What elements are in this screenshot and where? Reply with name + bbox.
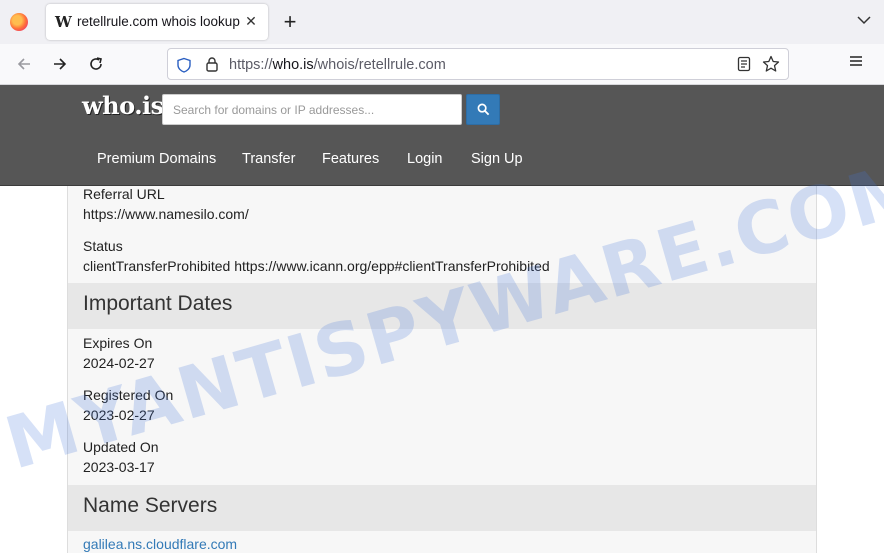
close-tab-icon[interactable]: ✕ xyxy=(242,12,260,30)
reload-icon xyxy=(90,57,102,70)
shield-icon[interactable] xyxy=(176,57,192,73)
bookmark-star-icon[interactable] xyxy=(762,55,780,73)
site-header: who.is Premium Domains Transfer Features… xyxy=(0,85,884,186)
domain-search-input[interactable] xyxy=(162,94,462,125)
browser-tab-bar: W retellrule.com whois lookup ✕ + xyxy=(0,0,884,44)
referral-url-label: Referral URL xyxy=(83,186,165,202)
status-value: clientTransferProhibited https://www.ica… xyxy=(83,258,550,274)
lock-icon[interactable] xyxy=(204,56,220,72)
nav-premium-domains[interactable]: Premium Domains xyxy=(97,151,216,167)
search-icon xyxy=(477,103,489,116)
updated-value: 2023-03-17 xyxy=(83,459,155,475)
registered-value: 2023-02-27 xyxy=(83,407,155,423)
back-button[interactable] xyxy=(12,52,36,76)
url-text: https://who.is/whois/retellrule.com xyxy=(229,57,446,73)
updated-field: Updated On 2023-03-17 xyxy=(83,437,159,477)
registered-label: Registered On xyxy=(83,387,174,403)
url-host: who.is xyxy=(272,57,314,73)
referral-url-field: Referral URL https://www.namesilo.com/ xyxy=(83,186,249,224)
expires-label: Expires On xyxy=(83,335,153,351)
reader-view-icon[interactable] xyxy=(736,56,752,72)
whois-content: Referral URL https://www.namesilo.com/ S… xyxy=(67,186,817,553)
whois-favicon-icon: W xyxy=(55,13,72,31)
url-path: /whois/retellrule.com xyxy=(313,57,446,73)
firefox-icon[interactable] xyxy=(10,13,28,31)
nav-login[interactable]: Login xyxy=(407,151,442,167)
arrow-right-icon xyxy=(54,58,67,70)
whois-logo[interactable]: who.is xyxy=(82,91,164,120)
url-scheme: https:// xyxy=(229,57,273,73)
status-field: Status clientTransferProhibited https://… xyxy=(83,236,550,276)
new-tab-button[interactable]: + xyxy=(279,9,301,35)
address-bar[interactable]: https://who.is/whois/retellrule.com xyxy=(167,48,789,80)
chevron-down-icon[interactable] xyxy=(856,12,872,28)
referral-url-value: https://www.namesilo.com/ xyxy=(83,206,249,222)
tab-title: retellrule.com whois lookup xyxy=(77,14,240,29)
forward-button[interactable] xyxy=(48,52,72,76)
arrow-left-icon xyxy=(17,58,30,70)
search-button[interactable] xyxy=(466,94,500,125)
registered-field: Registered On 2023-02-27 xyxy=(83,385,173,425)
nav-features[interactable]: Features xyxy=(322,151,379,167)
expires-field: Expires On 2024-02-27 xyxy=(83,333,155,373)
browser-nav-bar: https://who.is/whois/retellrule.com xyxy=(0,44,884,85)
status-label: Status xyxy=(83,238,123,254)
name-servers-heading: Name Servers xyxy=(68,485,816,531)
browser-tab[interactable]: W retellrule.com whois lookup ✕ xyxy=(46,4,268,40)
important-dates-title: Important Dates xyxy=(83,292,233,315)
nav-sign-up[interactable]: Sign Up xyxy=(471,151,523,167)
reload-button[interactable] xyxy=(84,52,108,76)
updated-label: Updated On xyxy=(83,439,159,455)
name-server-link[interactable]: galilea.ns.cloudflare.com xyxy=(83,536,237,552)
expires-value: 2024-02-27 xyxy=(83,355,155,371)
nav-transfer[interactable]: Transfer xyxy=(242,151,295,167)
important-dates-heading: Important Dates xyxy=(68,283,816,329)
hamburger-menu-icon[interactable] xyxy=(848,53,864,69)
name-servers-title: Name Servers xyxy=(83,494,218,517)
